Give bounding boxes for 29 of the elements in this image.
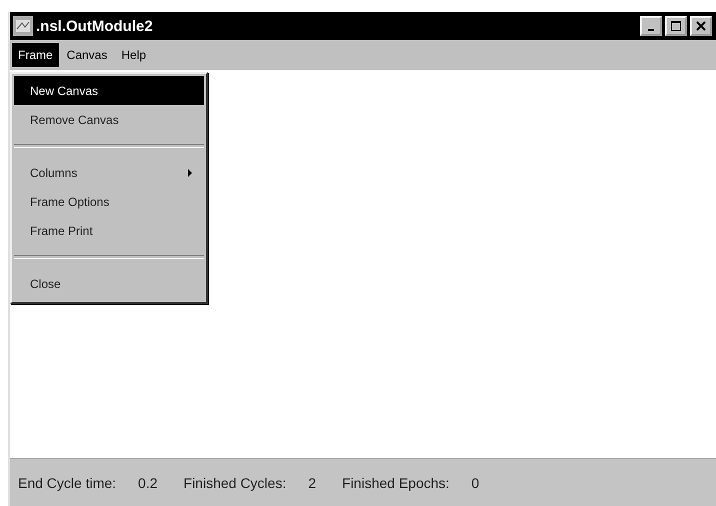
status-label: End Cycle time: <box>18 474 116 490</box>
menu-title[interactable]: Canvas <box>60 43 114 67</box>
status-label: Finished Epochs: <box>342 474 450 490</box>
menu-item-label: Close <box>30 276 62 290</box>
maximize-icon <box>671 21 681 31</box>
menu-item[interactable]: New Canvas <box>14 76 204 105</box>
menu-item-label: Remove Canvas <box>30 112 120 126</box>
menu-item[interactable]: Close <box>14 269 204 298</box>
menu-item-label: Columns <box>30 166 78 180</box>
menu-item-label: Frame Options <box>30 194 110 208</box>
app-icon <box>13 16 33 36</box>
menu-item[interactable]: Frame Options <box>14 187 204 216</box>
menu-item-label: New Canvas <box>30 84 100 98</box>
minimize-icon <box>648 29 654 31</box>
menu-title[interactable]: Help <box>115 43 152 67</box>
close-button[interactable] <box>690 16 712 36</box>
menu-item[interactable]: Remove Canvas <box>14 105 204 134</box>
status-value: 2 <box>308 474 316 490</box>
menu-item[interactable]: Columns <box>14 158 204 187</box>
window-title: .nsl.OutModule2 <box>36 18 154 34</box>
status-value: 0.2 <box>138 474 158 490</box>
menu-item-label: Frame Print <box>30 224 94 238</box>
status-label: Finished Cycles: <box>184 474 286 490</box>
close-icon <box>696 21 706 31</box>
minimize-button[interactable] <box>640 16 662 36</box>
maximize-button[interactable] <box>665 16 687 36</box>
menu-title[interactable]: Frame <box>12 43 59 67</box>
status-value: 0 <box>471 474 480 490</box>
menu-item[interactable]: Frame Print <box>14 216 204 245</box>
